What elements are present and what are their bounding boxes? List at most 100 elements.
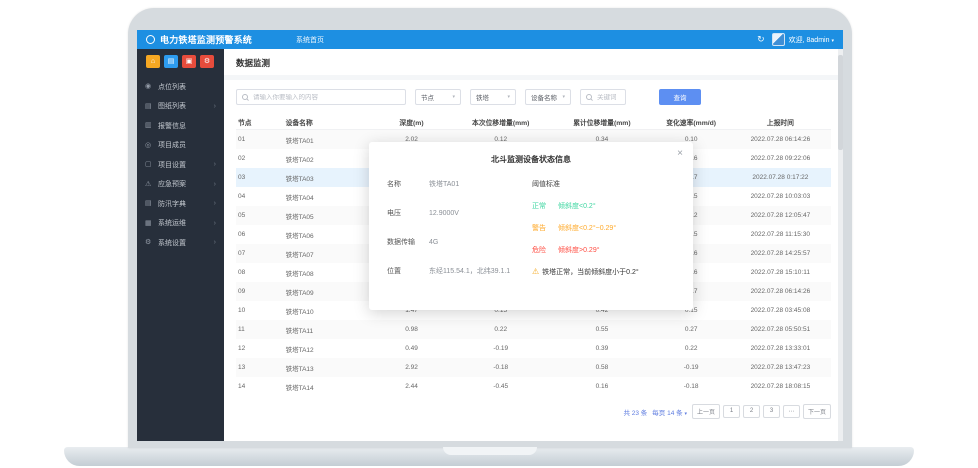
threshold-level: 警告倾斜度<0.2°~0.29° <box>532 223 677 233</box>
device-select[interactable]: 设备名称 ▾ <box>525 89 571 105</box>
alarm-info-icon: ▥ <box>145 122 156 129</box>
page-button[interactable]: 3 <box>763 405 780 418</box>
welcome-text: 欢迎, 8admin <box>789 37 830 44</box>
sidebar-item-label: 点位列表 <box>158 82 216 92</box>
sidebar-item-label: 图纸列表 <box>158 101 214 111</box>
sidebar-item-5[interactable]: ▢项目设置› <box>137 155 224 175</box>
node-select[interactable]: 节点 ▾ <box>415 89 461 105</box>
device-field: 位置东经115.54.1，北纬39.1.1 <box>387 266 532 276</box>
table-cell: -0.18 <box>450 364 551 371</box>
table-cell: 0.49 <box>373 345 450 352</box>
table-cell: 2022.07.28 10:03:03 <box>730 193 831 200</box>
sidebar-item-1[interactable]: ◉点位列表 <box>137 77 224 97</box>
table-header: 节点设备名称深度(m)本次位移增量(mm)累计位移增量(mm)变化速率(mm/d… <box>236 114 831 130</box>
pagination-total: 共 23 条 <box>623 407 647 417</box>
table-cell: 铁塔TA05 <box>284 211 373 221</box>
keyword-input[interactable] <box>580 89 626 105</box>
table-cell: 2.92 <box>373 364 450 371</box>
table-cell: 2.44 <box>373 383 450 390</box>
search-input[interactable] <box>236 89 406 105</box>
home-quick-icon[interactable]: ⌂ <box>146 55 160 68</box>
keyword-field[interactable] <box>597 94 620 101</box>
tower-select-label: 铁塔 <box>476 92 489 102</box>
chevron-down-icon: ▾ <box>684 411 687 417</box>
per-page-select[interactable]: 每页 14 条 ▾ <box>652 407 687 417</box>
sidebar-item-4[interactable]: ◎项目成员 <box>137 136 224 156</box>
table-cell: 铁塔TA03 <box>284 173 373 183</box>
table-cell: 07 <box>236 250 284 257</box>
scrollbar[interactable] <box>838 49 843 441</box>
sidebar-item-7[interactable]: ▤防汛字典› <box>137 194 224 214</box>
table-cell: 铁塔TA14 <box>284 382 373 392</box>
prev-page-button[interactable]: 上一页 <box>692 404 720 419</box>
laptop-notch <box>443 447 537 455</box>
next-page-button[interactable]: 下一页 <box>803 404 831 419</box>
page-button[interactable]: ⋯ <box>783 405 800 418</box>
threshold-range: 倾斜度<0.2° <box>558 203 596 210</box>
point-list-icon: ◉ <box>145 83 156 90</box>
sidebar-item-label: 项目成员 <box>158 140 216 150</box>
alarm-quick-icon[interactable]: ▣ <box>182 55 196 68</box>
node-select-label: 节点 <box>421 92 434 102</box>
status-note-text: 铁塔正常，当前倾斜度小于0.2° <box>542 267 639 277</box>
search-field[interactable] <box>253 94 400 101</box>
table-cell: 2022.07.28 03:45:08 <box>730 307 831 314</box>
table-cell: 12 <box>236 345 284 352</box>
nav-home-link[interactable]: 系统首页 <box>296 35 324 45</box>
sidebar-item-label: 报警信息 <box>158 121 216 131</box>
table-cell: 铁塔TA11 <box>284 325 373 335</box>
device-field-value: 12.9000V <box>429 210 459 217</box>
tower-select[interactable]: 铁塔 ▾ <box>470 89 516 105</box>
table-row[interactable]: 12铁塔TA120.49-0.190.390.222022.07.28 13:3… <box>236 339 831 358</box>
table-cell: 14 <box>236 383 284 390</box>
table-cell: 13 <box>236 364 284 371</box>
modal-title: 北斗监测设备状态信息 <box>369 142 693 165</box>
table-cell: 0.98 <box>373 326 450 333</box>
sidebar-item-label: 系统设置 <box>158 238 214 248</box>
query-button[interactable]: 查询 <box>659 89 701 105</box>
table-cell: -0.19 <box>652 364 729 371</box>
column-header: 变化速率(mm/d) <box>652 117 729 127</box>
sidebar-item-9[interactable]: ⚙系统设置› <box>137 233 224 253</box>
refresh-icon[interactable]: ↻ <box>757 35 765 44</box>
sidebar-item-6[interactable]: ⚠应急预案› <box>137 175 224 195</box>
table-cell: 2022.07.28 05:50:51 <box>730 326 831 333</box>
close-icon[interactable]: × <box>677 149 683 159</box>
table-cell: -0.19 <box>450 345 551 352</box>
quick-buttons: ⌂ ▤ ▣ ⚙ <box>137 49 224 77</box>
gear-quick-icon[interactable]: ⚙ <box>200 55 214 68</box>
table-row[interactable]: 14铁塔TA142.44-0.450.16-0.182022.07.28 18:… <box>236 377 831 396</box>
sidebar-item-8[interactable]: ▦系统运维› <box>137 214 224 234</box>
device-field-label: 数据传输 <box>387 237 429 247</box>
device-info-fields: 名称铁塔TA01电压12.9000V数据传输4G位置东经115.54.1，北纬3… <box>387 179 532 277</box>
settings-gear-icon: ⚙ <box>145 239 156 246</box>
table-cell: 2022.07.28 12:05:47 <box>730 212 831 219</box>
table-cell: 0.58 <box>551 364 652 371</box>
device-field-label: 名称 <box>387 179 429 189</box>
sidebar-item-2[interactable]: ▤图纸列表› <box>137 97 224 117</box>
page-button[interactable]: 1 <box>723 405 740 418</box>
document-icon: ▤ <box>145 200 156 207</box>
table-row[interactable]: 13铁塔TA132.92-0.180.58-0.192022.07.28 13:… <box>236 358 831 377</box>
table-cell: 0.27 <box>652 326 729 333</box>
avatar[interactable] <box>772 33 785 46</box>
table-row[interactable]: 11铁塔TA110.980.220.550.272022.07.28 05:50… <box>236 320 831 339</box>
page-button[interactable]: 2 <box>743 405 760 418</box>
table-cell: 2022.07.28 15:10:11 <box>730 269 831 276</box>
column-header: 累计位移增量(mm) <box>551 117 652 127</box>
user-menu[interactable]: 欢迎, 8admin▾ <box>789 35 834 45</box>
threshold-level: 危险倾斜度>0.29° <box>532 245 677 255</box>
table-cell: 2022.07.28 14:25:57 <box>730 250 831 257</box>
threshold-status: 警告 <box>532 223 558 233</box>
scrollbar-thumb[interactable] <box>838 55 843 150</box>
chevron-right-icon: › <box>214 200 216 207</box>
file-quick-icon[interactable]: ▤ <box>164 55 178 68</box>
table-cell: 10 <box>236 307 284 314</box>
sidebar-item-3[interactable]: ▥报警信息 <box>137 116 224 136</box>
table-cell: 铁塔TA10 <box>284 306 373 316</box>
table-cell: 0.22 <box>450 326 551 333</box>
column-header: 本次位移增量(mm) <box>450 117 551 127</box>
table-cell: 铁塔TA12 <box>284 344 373 354</box>
threshold-heading: 阈值标准 <box>532 179 677 189</box>
sidebar: ⌂▤▣⚙ ◉点位列表▤图纸列表›▥报警信息◎项目成员▢项目设置›⚠应急预案›▤防… <box>137 49 224 441</box>
